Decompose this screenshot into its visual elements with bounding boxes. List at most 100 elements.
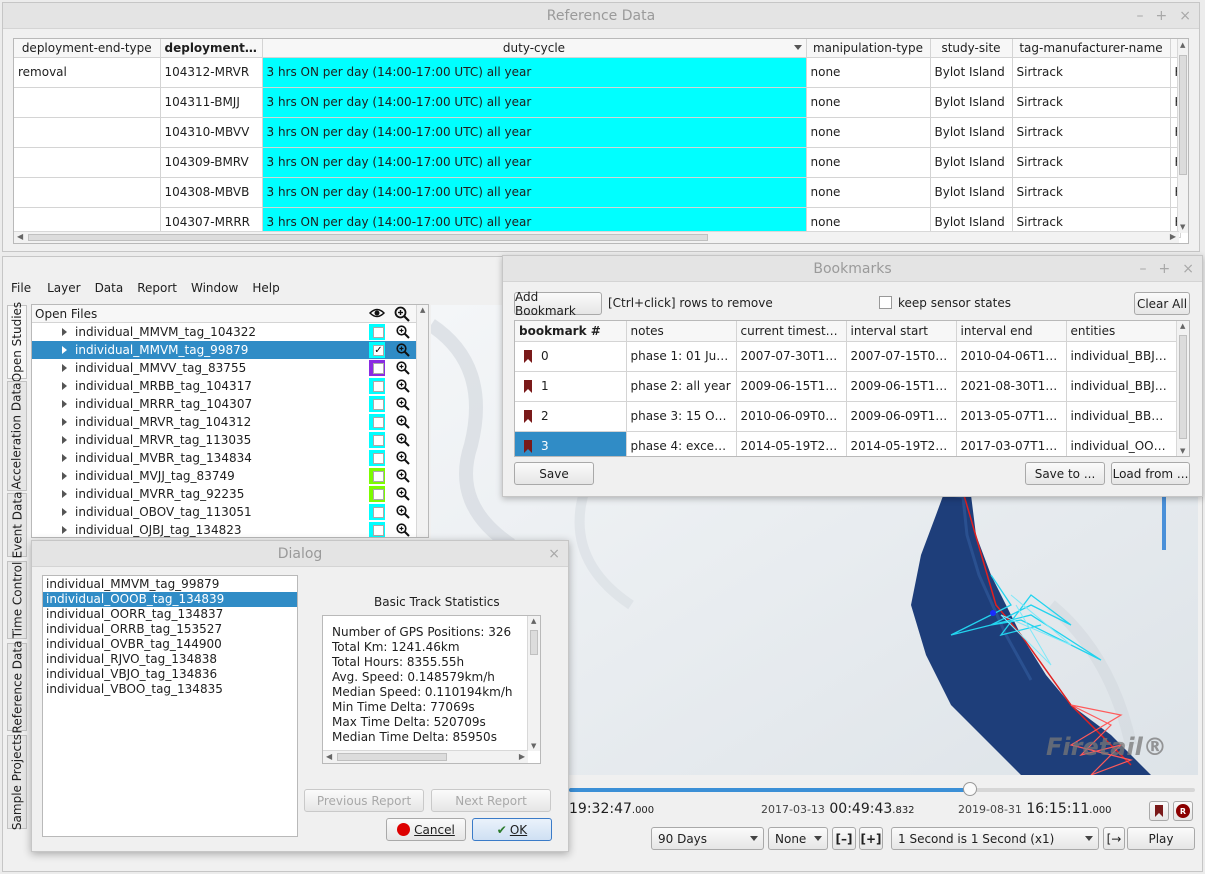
table-cell[interactable]: Bylot Island	[930, 177, 1013, 208]
table-cell[interactable]: 2009-06-09T18:4...	[846, 401, 957, 432]
zoom-to-track-icon[interactable]	[396, 487, 410, 501]
table-cell[interactable]: phase 1: 01 June ...	[626, 341, 737, 372]
menu-layer[interactable]: Layer	[39, 281, 87, 301]
next-report-button[interactable]: Next Report	[431, 789, 551, 812]
bookmark-row[interactable]: 1 phase 2: all year 2009-06-15T18:0... 2009…	[515, 371, 1178, 402]
table-cell[interactable]: phase 2: all year	[626, 371, 737, 402]
tab-sample-projects[interactable]: Sample Projects	[7, 734, 27, 830]
table-cell[interactable]: removal	[14, 57, 161, 88]
table-cell[interactable]: 2014-05-19T23:3...	[736, 431, 847, 456]
zoom-to-track-icon[interactable]	[396, 505, 410, 519]
zoom-to-track-icon[interactable]	[396, 523, 410, 537]
table-cell[interactable]: none	[806, 87, 931, 118]
expand-arrow-icon[interactable]	[62, 454, 67, 462]
bookmark-number-cell[interactable]: 2	[515, 401, 627, 432]
scrollbar-thumb[interactable]	[337, 753, 447, 761]
table-row[interactable]: 104309-BMRV 3 hrs ON per day (14:00-17:00…	[14, 147, 1181, 178]
zoom-out-button[interactable]: [–]	[832, 827, 856, 850]
visibility-checkbox[interactable]	[373, 327, 384, 338]
table-cell[interactable]	[14, 177, 161, 208]
visibility-checkbox[interactable]	[373, 453, 384, 464]
close-icon[interactable]: ×	[1179, 8, 1191, 24]
table-cell[interactable]: 3 hrs ON per day (14:00-17:00 UTC) all y…	[262, 177, 807, 208]
table-cell[interactable]: none	[806, 117, 931, 148]
table-row[interactable]: removal 104312-MRVR 3 hrs ON per day (14:0…	[14, 57, 1181, 88]
table-row[interactable]: 104310-MBVV 3 hrs ON per day (14:00-17:00…	[14, 117, 1181, 148]
visibility-checkbox[interactable]: ✓	[373, 345, 384, 356]
minimize-icon[interactable]: –	[1137, 8, 1144, 24]
bookmarks-load-button[interactable]: Load from ...	[1111, 462, 1190, 485]
list-item[interactable]: individual_MMVM_tag_99879	[43, 577, 297, 592]
visibility-checkbox[interactable]	[373, 435, 384, 446]
zoom-to-track-icon[interactable]	[396, 379, 410, 393]
speed-select[interactable]: 1 Second is 1 Second (x1)	[891, 827, 1099, 850]
visibility-checkbox[interactable]	[373, 399, 384, 410]
bookmark-button[interactable]	[1149, 801, 1169, 821]
file-tree-item[interactable]: individual_MRRR_tag_104307	[32, 395, 428, 413]
column-header[interactable]: current timestamp	[736, 321, 847, 342]
bookmarks-save-to-button[interactable]: Save to ...	[1025, 462, 1105, 485]
column-header[interactable]: notes	[626, 321, 737, 342]
keep-sensor-label[interactable]: keep sensor states	[898, 296, 1011, 310]
table-cell[interactable]: Bylot Island	[930, 57, 1013, 88]
table-cell[interactable]	[14, 147, 161, 178]
table-cell[interactable]: 2017-03-07T14:5...	[956, 431, 1067, 456]
expand-arrow-icon[interactable]	[62, 364, 67, 372]
list-item[interactable]: individual_ORRB_tag_153527	[43, 622, 297, 637]
zoom-to-track-icon[interactable]	[396, 451, 410, 465]
table-cell[interactable]: Bylot Island	[930, 117, 1013, 148]
table-cell[interactable]: 2021-08-30T16:3...	[956, 371, 1067, 402]
tab-acceleration-data[interactable]: Acceleration Data	[7, 381, 27, 491]
expand-arrow-icon[interactable]	[62, 400, 67, 408]
visibility-checkbox[interactable]	[373, 507, 384, 518]
file-tree-item[interactable]: individual_MVBR_tag_134834	[32, 449, 428, 467]
table-cell[interactable]: 2010-06-09T07:2...	[736, 401, 847, 432]
expand-arrow-icon[interactable]	[62, 418, 67, 426]
expand-arrow-icon[interactable]	[62, 328, 67, 336]
column-header[interactable]: study-site	[930, 39, 1013, 58]
column-header[interactable]: bookmark #	[515, 321, 627, 342]
minimize-icon[interactable]: –	[1140, 261, 1147, 277]
zoom-to-track-icon[interactable]	[396, 397, 410, 411]
table-cell[interactable]: none	[806, 177, 931, 208]
tree-scrollbar[interactable]: ▲	[416, 305, 428, 537]
file-tree-item[interactable]: individual_MMVM_tag_104322	[32, 323, 428, 341]
table-cell[interactable]: Sirtrack	[1012, 87, 1171, 118]
file-tree-item[interactable]: individual_OBOV_tag_113051	[32, 503, 428, 521]
file-tree-item[interactable]: individual_MMVM_tag_99879 ✓	[32, 341, 428, 359]
file-tree-item[interactable]: individual_OJBJ_tag_134823	[32, 521, 428, 537]
zoom-to-track-icon[interactable]	[396, 343, 410, 357]
table-cell[interactable]: 104309-BMRV	[160, 147, 263, 178]
table-cell[interactable]: Bylot Island	[930, 147, 1013, 178]
cancel-button[interactable]: Cancel	[386, 818, 466, 841]
zoom-to-track-icon[interactable]	[396, 469, 410, 483]
table-cell[interactable]: phase 4: except 1...	[626, 431, 737, 456]
expand-arrow-icon[interactable]	[62, 346, 67, 354]
table-cell[interactable]: 2007-07-15T03:3...	[846, 341, 957, 372]
menu-report[interactable]: Report	[130, 281, 184, 301]
table-cell[interactable]: Sirtrack	[1012, 57, 1171, 88]
horizontal-scrollbar[interactable]: ◀ ▶	[14, 231, 1179, 243]
visibility-checkbox[interactable]	[373, 525, 384, 536]
column-header[interactable]: deployment-end-type	[14, 39, 161, 58]
close-icon[interactable]: ×	[1182, 261, 1194, 277]
file-tree-item[interactable]: individual_MRVR_tag_113035	[32, 431, 428, 449]
column-header[interactable]: interval end	[956, 321, 1067, 342]
table-cell[interactable]: Sirtrack	[1012, 147, 1171, 178]
timeline-handle[interactable]	[962, 782, 977, 796]
column-header[interactable]: deployment-id	[160, 39, 263, 58]
file-tree-item[interactable]: individual_MVRR_tag_92235	[32, 485, 428, 503]
previous-report-button[interactable]: Previous Report	[304, 789, 424, 812]
column-header[interactable]: manipulation-type	[806, 39, 931, 58]
visibility-checkbox[interactable]	[373, 489, 384, 500]
zoom-to-track-icon[interactable]	[396, 433, 410, 447]
list-item[interactable]: individual_OVBR_tag_144900	[43, 637, 297, 652]
list-item[interactable]: individual_OORR_tag_134837	[43, 607, 297, 622]
file-tree-item[interactable]: individual_MVJJ_tag_83749	[32, 467, 428, 485]
none-select[interactable]: None	[768, 827, 828, 850]
visibility-checkbox[interactable]	[373, 381, 384, 392]
table-cell[interactable]: 3 hrs ON per day (14:00-17:00 UTC) all y…	[262, 57, 807, 88]
clear-all-button[interactable]: Clear All	[1134, 292, 1190, 315]
table-cell[interactable]: 104308-MBVB	[160, 177, 263, 208]
table-cell[interactable]: 2009-06-15T18:0...	[846, 371, 957, 402]
